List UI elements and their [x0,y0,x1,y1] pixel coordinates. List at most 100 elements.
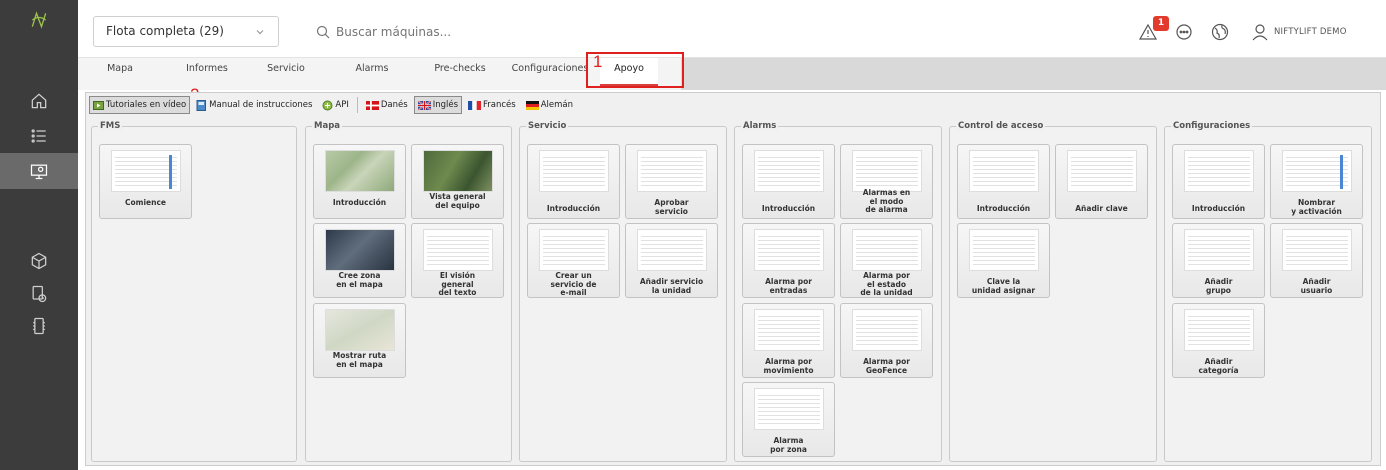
card-label: Vista general del equipo [429,192,486,210]
search-icon [316,25,330,39]
card-label: Alarma por el estado de la unidad [860,271,913,297]
fleet-select[interactable]: Flota completa (29) [93,16,279,47]
support-map-icon[interactable] [0,153,78,189]
tutorial-card[interactable]: Nombrar y activación [1270,144,1363,219]
header: Flota completa (29) 1 NIFTYLIFT DEMO [78,0,1386,58]
card-label: Alarma por GeoFence [863,357,910,375]
section-fms: FMS Comience [91,121,297,462]
tutorial-card[interactable]: Alarma por zona [742,382,835,457]
card-label: Introducción [761,204,816,213]
lang-english-label: Inglés [432,100,458,110]
card-thumbnail [852,150,922,192]
card-label: Introducción [332,198,387,207]
section-mapa: Mapa Introducción Vista general del equi… [305,121,512,462]
tutorial-card[interactable]: Alarmas en el modo de alarma [840,144,933,219]
card-label: El visión general del texto [438,271,477,297]
tab-informes[interactable]: Informes [176,58,238,82]
list-icon[interactable] [0,118,78,154]
lang-danish-button[interactable]: Danés [362,96,412,114]
lang-french-button[interactable]: Francés [464,96,520,114]
tab-configuraciones[interactable]: Configuraciones [510,58,590,82]
home-icon[interactable] [0,83,78,119]
section-title: Servicio [526,121,569,131]
tutorial-card[interactable]: Añadir usuario [1270,223,1363,298]
card-thumbnail [1282,150,1352,192]
card-label: Mostrar ruta en el mapa [332,351,387,369]
tutorial-card[interactable]: Añadir grupo [1172,223,1265,298]
tutorial-card[interactable]: Alarma por movimiento [742,303,835,378]
search-bar[interactable] [316,22,536,42]
tab-prechecks[interactable]: Pre-checks [430,58,490,82]
tutorial-card[interactable]: Añadir clave [1055,144,1148,219]
tutorial-card[interactable]: Vista general del equipo [411,144,504,219]
tutorial-card[interactable]: Introducción [527,144,620,219]
section-title: Alarms [741,121,779,131]
tutorial-card[interactable]: Mostrar ruta en el mapa [313,303,406,378]
card-label: Crear un servicio de e-mail [550,271,597,297]
card-label: Añadir grupo [1204,277,1233,295]
toolbar-divider [356,97,358,113]
tutorial-card[interactable]: Añadir categoría [1172,303,1265,378]
card-thumbnail [539,150,609,192]
api-label: API [335,100,349,110]
tab-alarms[interactable]: Alarms [348,58,396,82]
device-icon[interactable] [0,308,78,344]
card-label: Alarma por zona [770,436,807,454]
api-button[interactable]: API [318,96,352,114]
video-tutorials-button[interactable]: Tutoriales en vídeo [89,96,191,114]
tutorial-card[interactable]: Introducción [742,144,835,219]
card-thumbnail [111,150,181,192]
tutorial-card[interactable]: Alarma por GeoFence [840,303,933,378]
fleet-select-value: Flota completa (29) [106,24,224,38]
user-name[interactable]: NIFTYLIFT DEMO [1274,27,1347,37]
manual-button[interactable]: Manual de instrucciones [192,96,316,114]
tutorial-card[interactable]: El visión general del texto [411,223,504,298]
card-label: Añadir servicio la unidad [639,277,704,295]
card-label: Añadir categoría [1198,357,1239,375]
chevron-down-icon [256,30,264,35]
lang-german-button[interactable]: Alemán [522,96,577,114]
tutorial-card[interactable]: Crear un servicio de e-mail [527,223,620,298]
card-thumbnail [539,229,609,271]
chat-icon[interactable] [1174,22,1194,42]
tutorial-card[interactable]: Alarma por el estado de la unidad [840,223,933,298]
card-label: Introducción [546,204,601,213]
lang-danish-label: Danés [380,100,408,110]
tutorial-card[interactable]: Comience [99,144,192,219]
card-thumbnail [1067,150,1137,192]
cube-icon[interactable] [0,243,78,279]
user-icon[interactable] [1250,22,1270,42]
card-label: Añadir clave [1075,204,1128,213]
globe-icon[interactable] [1210,22,1230,42]
search-input[interactable] [336,25,536,39]
card-label: Cree zona en el mapa [336,271,383,289]
section-alarms: Alarms Introducción Alarmas en el modo d… [734,121,942,462]
tutorial-card[interactable]: Introducción [313,144,406,219]
card-thumbnail [1184,229,1254,271]
sidebar [0,0,78,470]
card-thumbnail [754,229,824,271]
manual-label: Manual de instrucciones [209,100,313,110]
tutorial-card[interactable]: Introducción [1172,144,1265,219]
lang-english-button[interactable]: Inglés [413,96,462,114]
card-label: Clave la unidad asignar [971,277,1036,295]
section-access-control: Control de acceso Introducción Añadir cl… [949,121,1157,462]
tutorial-card[interactable]: Clave la unidad asignar [957,223,1050,298]
tutorial-card[interactable]: Añadir servicio la unidad [625,223,718,298]
card-thumbnail [754,388,824,430]
manual-icon [196,99,207,111]
card-thumbnail [325,150,395,192]
card-label: Aprobar servicio [654,198,689,216]
video-icon [93,100,104,110]
tab-servicio[interactable]: Servicio [260,58,312,82]
report-clock-icon[interactable] [0,276,78,312]
tutorial-card[interactable]: Alarma por entradas [742,223,835,298]
card-label: Alarma por movimiento [763,357,814,375]
tab-mapa[interactable]: Mapa [90,58,150,82]
tutorial-card[interactable]: Aprobar servicio [625,144,718,219]
tutorial-card[interactable]: Cree zona en el mapa [313,223,406,298]
section-servicio: Servicio Introducción Aprobar servicio C… [519,121,727,462]
tutorial-card[interactable]: Introducción [957,144,1050,219]
card-thumbnail [852,309,922,351]
logo-icon[interactable] [0,0,78,40]
